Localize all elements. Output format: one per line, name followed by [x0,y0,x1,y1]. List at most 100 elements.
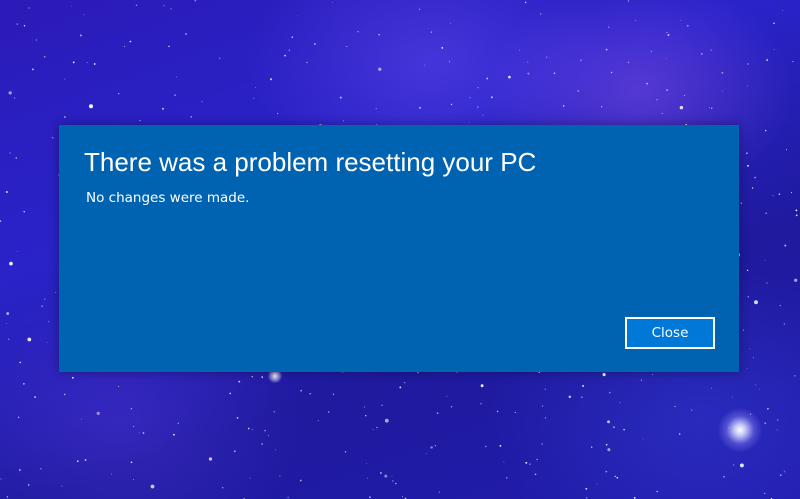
star [35,39,37,41]
star [605,48,608,51]
star [163,5,165,7]
star [747,63,749,65]
star [667,34,670,36]
star [27,484,30,486]
star [577,90,579,92]
star [51,136,54,139]
star [81,418,83,420]
star [83,14,85,16]
star [233,450,236,453]
star [118,386,119,388]
star [381,404,383,406]
star [612,426,615,429]
star [754,176,756,179]
star [679,105,684,110]
star [15,157,17,159]
star [16,23,19,25]
star [0,220,2,223]
star [759,388,760,390]
star [344,451,347,453]
star [419,106,421,109]
star [764,259,766,261]
star [614,475,617,478]
star [700,52,703,55]
star [89,104,93,109]
star [746,269,749,272]
star [306,61,308,64]
star [782,10,784,11]
star [5,191,8,193]
star [792,61,794,63]
star [79,34,82,37]
star [534,473,537,476]
star [284,54,286,57]
star [666,89,668,91]
star [503,461,505,463]
star [375,108,377,110]
star [139,119,141,122]
star [527,72,530,75]
star [779,304,781,307]
star [123,45,126,48]
star [508,75,511,79]
star [514,411,516,413]
star [291,36,294,38]
star [581,396,583,398]
star [480,403,482,405]
star [733,464,735,466]
star [635,19,637,21]
star [627,61,630,63]
star [777,419,779,421]
star [378,67,382,71]
close-button[interactable]: Close [625,317,715,349]
star [766,59,768,61]
star [44,56,46,58]
star [607,448,611,452]
star [185,33,187,35]
star [776,429,778,431]
star [623,428,625,431]
star [19,361,21,364]
star [591,446,593,448]
star [384,474,388,478]
star [524,1,527,4]
star [619,402,621,404]
star [28,7,30,9]
star [17,251,18,252]
glowing-star [718,408,762,452]
star [13,97,16,99]
star [402,496,403,498]
star [287,496,289,498]
star [9,261,13,266]
star [441,47,444,49]
star [328,411,330,413]
star [384,418,389,423]
star [72,61,75,64]
star [640,379,643,381]
star [251,376,253,378]
star [277,112,279,115]
star [780,474,782,476]
star [656,490,658,493]
star [40,467,42,470]
star [723,476,725,478]
star [646,82,648,85]
star [754,300,758,305]
star [6,312,10,315]
star [765,129,767,132]
star [162,107,164,110]
star [773,22,775,25]
star [130,408,132,410]
star [784,471,786,473]
star [363,406,366,408]
star [32,68,34,71]
star [317,420,319,422]
star [607,420,610,424]
star [795,214,798,217]
star [601,106,603,108]
star [721,90,723,92]
star [731,396,733,398]
star [450,406,453,408]
star [739,463,744,468]
star [236,417,239,419]
